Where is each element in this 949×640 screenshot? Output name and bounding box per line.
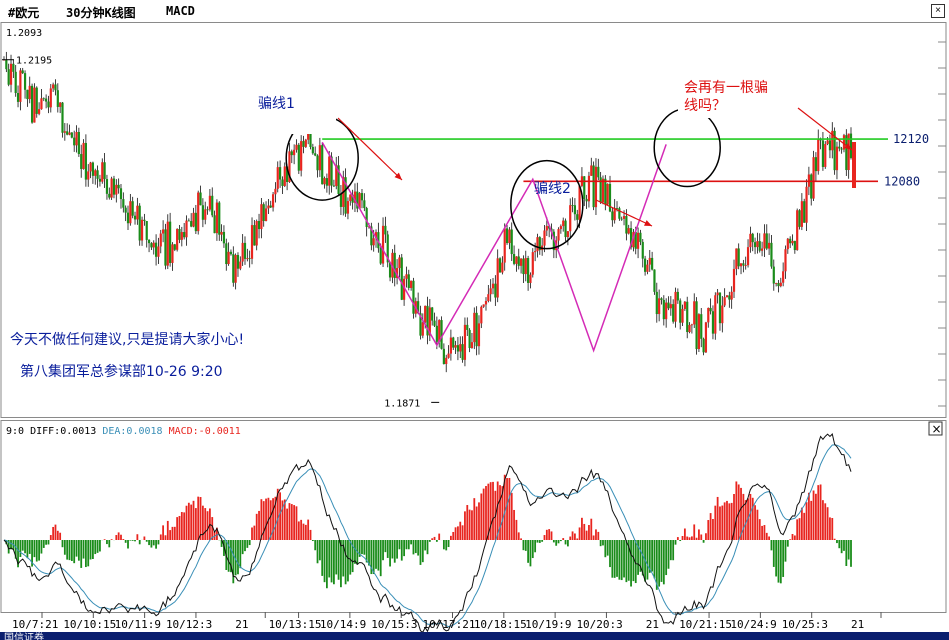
candle <box>110 176 113 200</box>
note-fake-line-1: 骗线1 <box>258 96 295 112</box>
low-label: 1.1871 <box>384 398 420 409</box>
x-tick-label: 10/11:9 <box>115 618 161 631</box>
candle <box>531 248 534 278</box>
note-question-line-2: 线吗？ <box>684 98 726 114</box>
candle <box>70 132 73 139</box>
x-tick-label: 21 <box>851 618 864 631</box>
x-tick-label: 10/19:9 <box>525 618 571 631</box>
x-tick-label: 10/20:3 <box>576 618 622 631</box>
high-label: 1.2195 <box>16 56 52 67</box>
x-tick-label: 21 <box>235 618 248 631</box>
chart-title-bar: #欧元 30分钟K线图 MACD × <box>0 0 949 23</box>
candle <box>653 269 656 295</box>
status-bar: 国信证券 <box>0 632 949 640</box>
x-tick-label: 10/13:15 <box>269 618 322 631</box>
candle <box>33 83 36 123</box>
candle <box>618 206 621 221</box>
candle <box>601 175 605 205</box>
candle <box>197 190 200 235</box>
candle <box>61 102 64 138</box>
x-tick-label: 10/7:21 <box>12 618 58 631</box>
candle <box>833 127 836 175</box>
macd-header: 9:0 DIFF:0.0013 DEA:0.0018 MACD:-0.0011 <box>6 426 241 437</box>
candle <box>498 257 502 273</box>
close-icon[interactable]: × <box>931 4 945 18</box>
candle <box>824 141 827 169</box>
x-tick-label: 21 <box>646 618 659 631</box>
symbol-label: #欧元 <box>8 6 40 20</box>
status-text: 国信证券 <box>4 633 44 640</box>
candle <box>35 86 38 118</box>
candle <box>166 214 169 270</box>
x-tick-label: 10/12:3 <box>166 618 212 631</box>
candle <box>77 127 80 157</box>
support-label: 12080 <box>884 174 920 188</box>
candle <box>440 316 443 350</box>
note-fake-line-2: 骗线2 <box>534 181 571 197</box>
candle <box>82 139 85 170</box>
candle <box>30 83 34 124</box>
x-tick-label: 10/17:21 <box>423 618 476 631</box>
note-advice: 今天不做任何建议,只是提请大家小心! <box>10 331 244 348</box>
x-tick-label: 10/21:15 <box>679 618 732 631</box>
note-author: 第八集团军总参谋部10-26 9:20 <box>20 363 223 380</box>
indicator-label: MACD <box>166 4 195 18</box>
candle <box>704 321 708 353</box>
x-tick-label: 10/14:9 <box>320 618 366 631</box>
candle <box>300 135 303 177</box>
candle <box>606 183 609 206</box>
period-label: 30分钟K线图 <box>66 6 136 20</box>
y-top-label: 1.2093 <box>6 28 42 39</box>
x-tick-label: 10/10:15 <box>63 618 116 631</box>
x-tick-label: 10/24:9 <box>730 618 776 631</box>
candle <box>803 198 806 223</box>
chart-canvas: × 1.2093 1.2195 1.1871 12120 12080 骗线1 骗线2 会再有一… <box>0 22 949 632</box>
candle <box>297 142 300 174</box>
macd-close-icon[interactable]: × <box>928 421 943 436</box>
candle <box>164 223 167 270</box>
candle <box>304 138 307 148</box>
candle <box>321 142 324 185</box>
candle <box>725 295 729 298</box>
resistance-label: 12120 <box>893 132 929 146</box>
candle <box>798 209 801 230</box>
candle <box>386 230 389 268</box>
last-candle-mark <box>852 142 856 188</box>
candle <box>592 161 595 211</box>
candle <box>845 129 848 176</box>
x-tick-label: 10/25:3 <box>782 618 828 631</box>
note-question-line-1: 会再有一根骗 <box>684 80 768 96</box>
candle <box>400 253 403 301</box>
candle <box>686 296 689 339</box>
candle <box>796 208 799 251</box>
svg-text:×: × <box>932 422 942 436</box>
candle <box>695 297 698 355</box>
candle <box>138 203 141 246</box>
x-tick-label: 10/18:15 <box>474 618 527 631</box>
candle <box>412 277 415 319</box>
candle <box>714 292 717 340</box>
x-tick-label: 10/15:3 <box>371 618 417 631</box>
candle <box>176 228 179 252</box>
candle <box>697 313 701 352</box>
candle <box>812 150 815 201</box>
